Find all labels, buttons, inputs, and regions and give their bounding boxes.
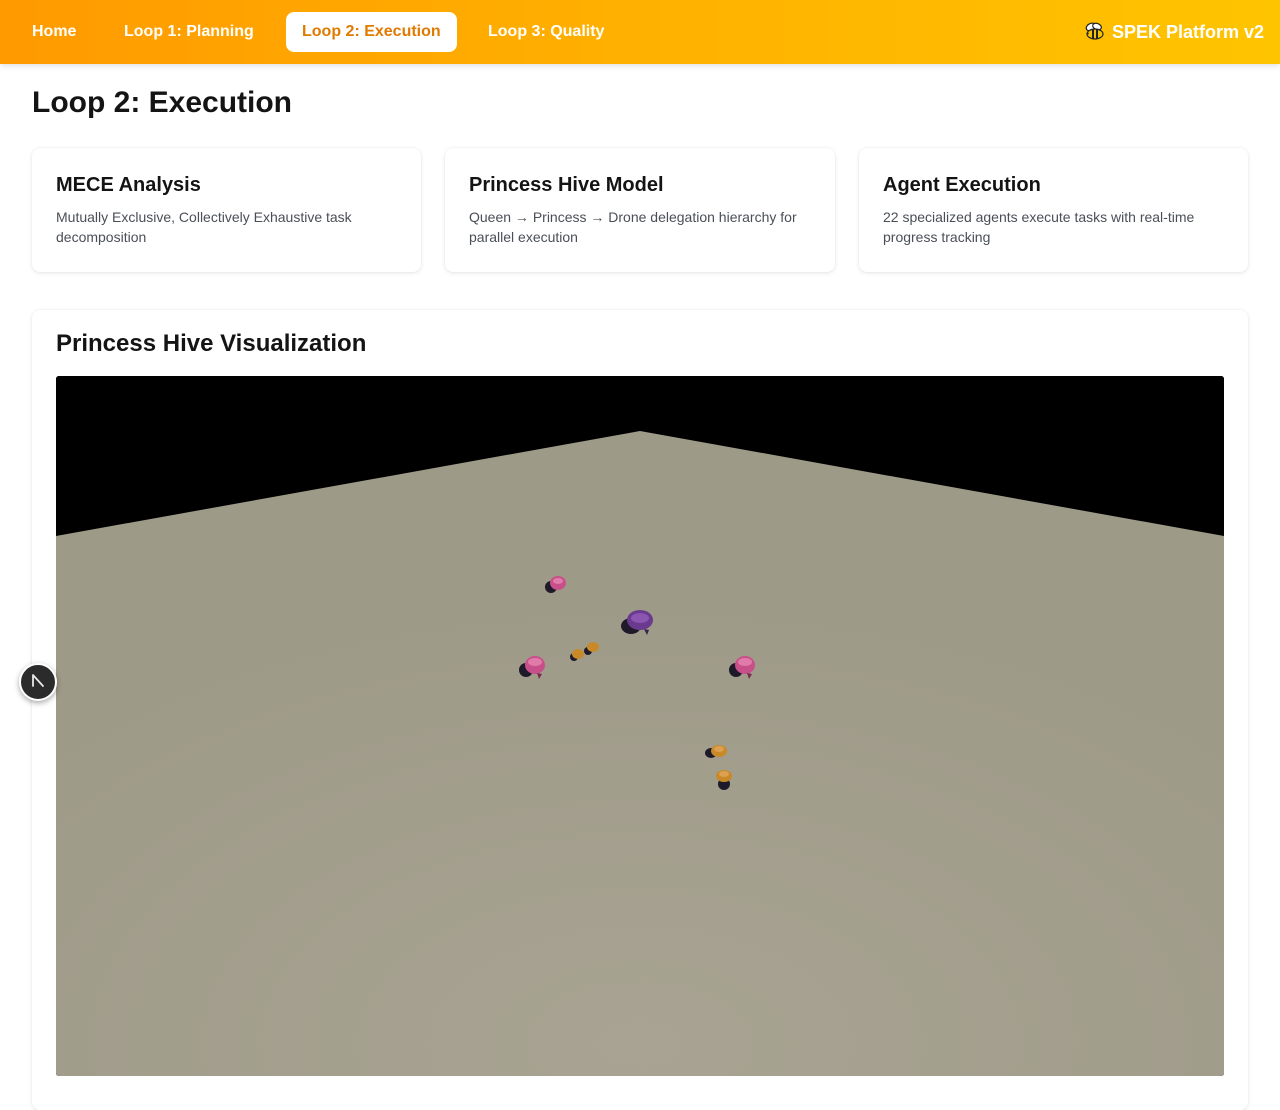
bee-icon [1084,22,1106,42]
card-description: Queen → Princess → Drone delegation hier… [469,209,797,245]
brand-label: SPEK Platform v2 [1111,22,1264,42]
card-mece-analysis: MECE Analysis Mutually Exclusive, Collec… [32,148,421,272]
nav-link-loop3-quality[interactable]: Loop 3: Quality [472,12,620,52]
card-princess-hive-model: Princess Hive Model Queen → Princess → D… [445,148,835,272]
card-description: Mutually Exclusive, Collectively Exhaust… [56,209,352,245]
card-title: Agent Execution [883,174,1041,196]
visualization-title: Princess Hive Visualization [56,330,367,357]
nextjs-logo-icon [30,672,46,693]
nav-link-loop2-execution[interactable]: Loop 2: Execution [286,12,457,52]
page-title: Loop 2: Execution [32,86,293,119]
card-title: Princess Hive Model [469,174,664,196]
nextjs-devtools-button[interactable] [19,663,57,701]
card-description: 22 specialized agents execute tasks with… [883,209,1195,245]
brand: SPEK Platform v2 [1084,12,1264,52]
nav-link-loop1-planning[interactable]: Loop 1: Planning [108,12,270,52]
hive-floor [56,431,1224,1076]
card-agent-execution: Agent Execution 22 specialized agents ex… [859,148,1248,272]
nav-link-home[interactable]: Home [16,12,92,52]
hive-3d-canvas[interactable] [56,376,1224,1076]
card-title: MECE Analysis [56,174,201,196]
top-navigation-bar: Home Loop 1: Planning Loop 2: Execution … [0,0,1280,64]
